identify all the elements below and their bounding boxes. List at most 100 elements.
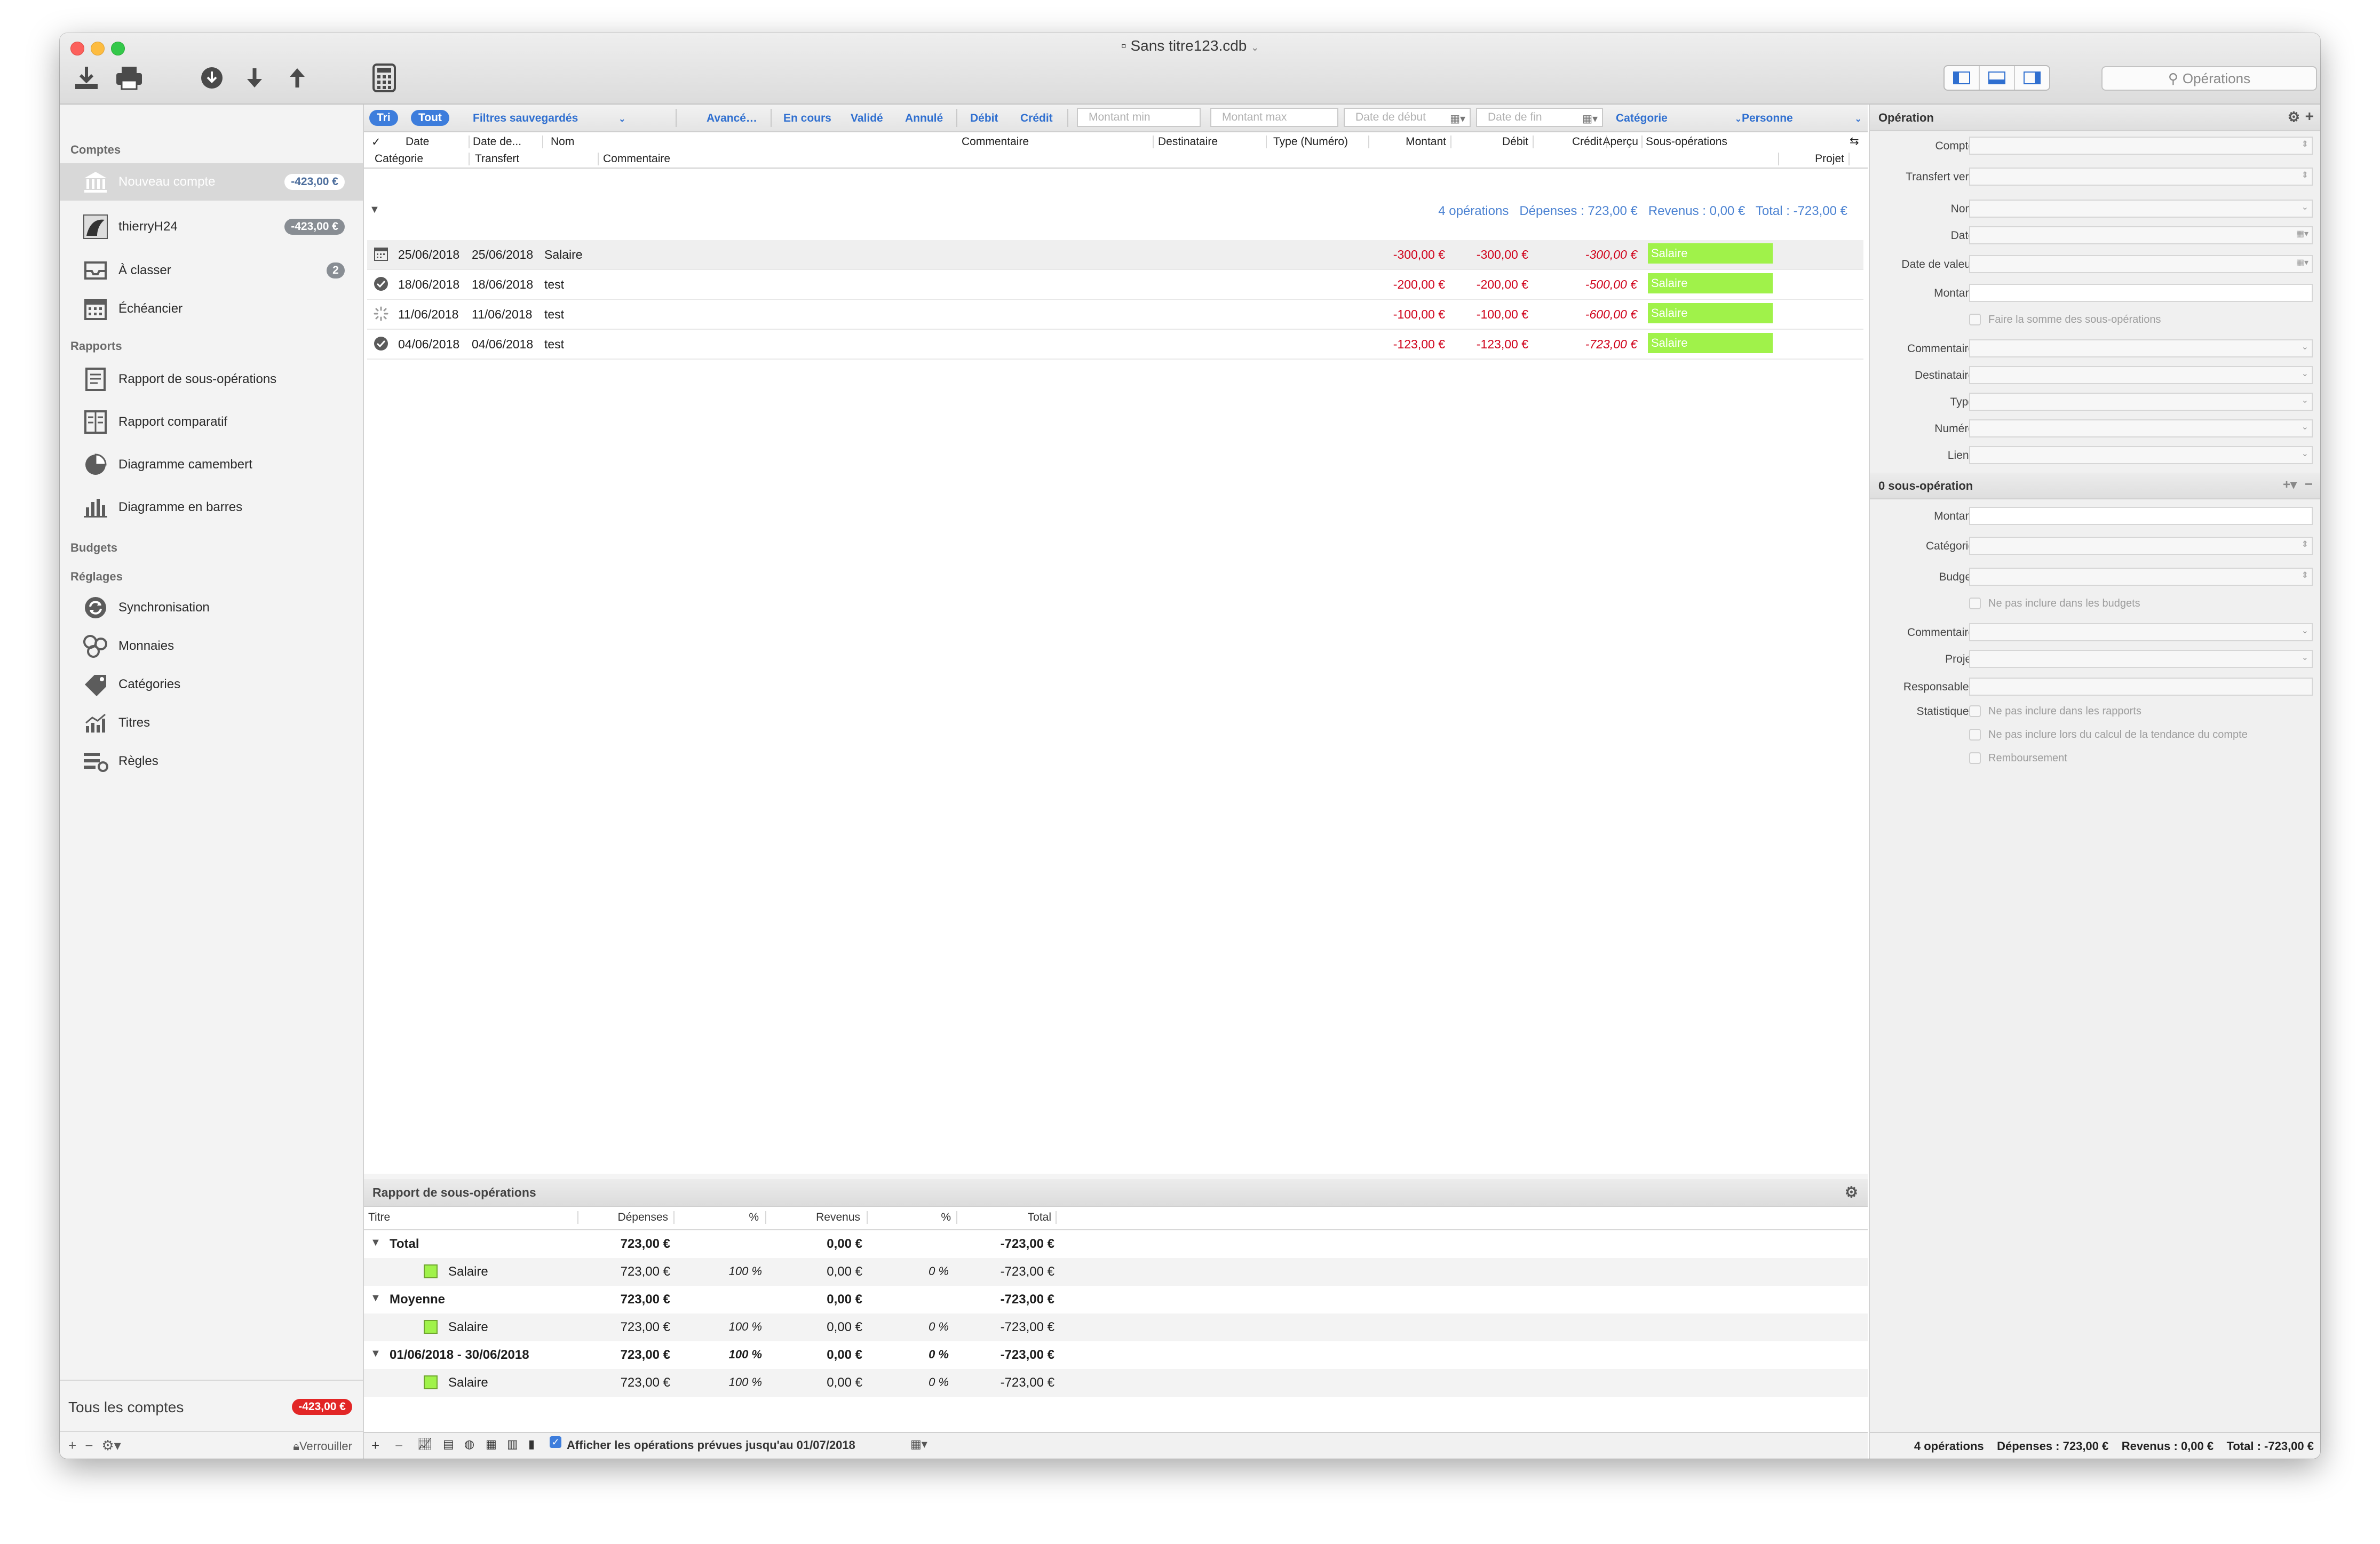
sub-project-combobox[interactable]: ⌄ [1969, 650, 2313, 668]
calendar-icon[interactable]: ▦▾ [2296, 257, 2308, 268]
sidebar-left-icon[interactable] [1945, 66, 1980, 90]
sidebar-item-thierryh24[interactable]: thierryH24 -423,00 € [60, 208, 363, 245]
column-name[interactable]: Nom [551, 136, 574, 148]
sidebar-item-echeancier[interactable]: Échéancier [60, 290, 363, 328]
sub-category-select[interactable]: ⇕ [1969, 537, 2313, 555]
report-col-total[interactable]: Total [972, 1211, 1051, 1224]
add-icon[interactable]: + [371, 1437, 379, 1454]
print-icon[interactable] [113, 62, 145, 94]
report-col-depenses[interactable]: Dépenses [593, 1211, 668, 1224]
advanced-filter-link[interactable]: Avancé… [707, 112, 757, 125]
pending-filter-link[interactable]: En cours [783, 112, 831, 125]
category-filter-dropdown[interactable]: Catégorie ⌄ [1616, 112, 1742, 125]
sidebar-item-monnaies[interactable]: Monnaies [60, 627, 363, 665]
remove-icon[interactable]: − [85, 1437, 93, 1454]
add-icon[interactable]: + [2305, 108, 2314, 125]
lock-button[interactable]: 🔒︎Verrouiller [293, 1439, 352, 1453]
search-field[interactable]: ⚲ Opérations [2101, 66, 2317, 91]
import-icon[interactable] [70, 62, 102, 94]
show-planned-checkbox[interactable]: ✓ [550, 1436, 561, 1448]
column-check[interactable]: ✓ [371, 136, 381, 149]
debit-filter-link[interactable]: Débit [970, 112, 998, 125]
table-icon[interactable]: ▦ [486, 1437, 497, 1451]
column-type[interactable]: Type (Numéro) [1273, 136, 1348, 148]
calendar-icon[interactable]: ▦▾ [1450, 112, 1465, 125]
column-categorie[interactable]: Catégorie [375, 153, 423, 165]
sidebar-item-rapport-sous-operations[interactable]: Rapport de sous-opérations [60, 361, 363, 398]
clipboard-icon[interactable]: ▤ [443, 1437, 454, 1451]
report-row[interactable]: ▼ 01/06/2018 - 30/06/2018 723,00 € 100 %… [364, 1341, 1868, 1369]
payee-combobox[interactable]: ⌄ [1969, 366, 2313, 384]
sidebar-right-icon[interactable] [2015, 66, 2049, 90]
report-row[interactable]: Salaire 723,00 € 100 % 0,00 € 0 % -723,0… [364, 1314, 1868, 1341]
report-row[interactable]: Salaire 723,00 € 100 % 0,00 € 0 % -723,0… [364, 1369, 1868, 1397]
column-date-value[interactable]: Date de... [473, 136, 521, 148]
table-row[interactable]: 11/06/2018 11/06/2018 test -100,00 € -10… [367, 300, 1863, 330]
start-date-input[interactable]: Date de début ▦▾ [1344, 108, 1471, 127]
credit-filter-link[interactable]: Crédit [1020, 112, 1053, 125]
transfer-select[interactable]: ⇕ [1969, 168, 2313, 186]
end-date-input[interactable]: Date de fin ▦▾ [1476, 108, 1603, 127]
table-row[interactable]: 18/06/2018 18/06/2018 test -200,00 € -20… [367, 270, 1863, 300]
view-segmented-control[interactable] [1943, 65, 2050, 91]
value-date-field[interactable]: ▦▾ [1969, 255, 2313, 273]
globe-icon[interactable]: ◍ [464, 1437, 474, 1451]
column-date[interactable]: Date [406, 136, 429, 148]
calendar-icon[interactable]: ▦▾ [1582, 112, 1598, 125]
add-icon[interactable]: + [68, 1437, 76, 1454]
disclosure-triangle-icon[interactable]: ▼ [369, 204, 380, 216]
no-budget-checkbox[interactable] [1969, 598, 1981, 609]
type-combobox[interactable]: ⌄ [1969, 393, 2313, 411]
sidebar-item-titres[interactable]: Titres [60, 704, 363, 742]
report-col-pct1[interactable]: % [684, 1211, 759, 1224]
sidebar-item-nouveau-compte[interactable]: Nouveau compte -423,00 € [60, 163, 363, 201]
panel-bottom-icon[interactable] [1980, 66, 2015, 90]
sidebar-item-categories[interactable]: Catégories [60, 666, 363, 703]
sidebar-item-rapport-comparatif[interactable]: Rapport comparatif [60, 403, 363, 441]
remove-icon[interactable]: − [2305, 476, 2313, 492]
no-reports-checkbox[interactable] [1969, 705, 1981, 717]
disclosure-triangle-icon[interactable]: ▼ [370, 1348, 381, 1360]
arrow-up-icon[interactable] [284, 62, 311, 94]
add-split-icon[interactable]: +▾ [2283, 477, 2297, 492]
cancelled-filter-link[interactable]: Annulé [905, 112, 943, 125]
all-filter-pill[interactable]: Tout [411, 110, 449, 126]
sort-pill[interactable]: Tri [369, 110, 398, 126]
max-amount-input[interactable]: Montant max [1210, 108, 1338, 127]
calendar-icon[interactable]: ▦▾ [2296, 228, 2308, 239]
sidebar-item-diagramme-camembert[interactable]: Diagramme camembert [60, 446, 363, 483]
saved-filters-dropdown[interactable]: Filtres sauvegardés ⌄ [473, 112, 626, 125]
column-comment[interactable]: Commentaire [962, 136, 1029, 148]
name-combobox[interactable]: ⌄ [1969, 200, 2313, 218]
sub-amount-input[interactable] [1969, 507, 2313, 525]
report-row[interactable]: ▼ Moyenne 723,00 € 0,00 € -723,00 € [364, 1286, 1868, 1314]
reimbursement-checkbox[interactable] [1969, 752, 1981, 764]
gear-icon[interactable]: ⚙ [1845, 1183, 1858, 1201]
date-field[interactable]: ▦▾ [1969, 226, 2313, 244]
column-projet[interactable]: Projet [1751, 153, 1844, 165]
account-select[interactable]: ⇕ [1969, 137, 2313, 155]
sub-comment-combobox[interactable]: ⌄ [1969, 623, 2313, 641]
validated-filter-link[interactable]: Validé [851, 112, 883, 125]
column-comment-sub[interactable]: Commentaire [603, 153, 670, 165]
column-sous-operations[interactable]: Sous-opérations [1646, 136, 1727, 148]
min-amount-input[interactable]: Montant min [1077, 108, 1201, 127]
sidebar-item-synchronisation[interactable]: Synchronisation [60, 589, 363, 626]
sub-responsables-field[interactable] [1969, 678, 2313, 696]
report-row[interactable]: Salaire 723,00 € 100 % 0,00 € 0 % -723,0… [364, 1258, 1868, 1286]
gear-icon[interactable]: ⚙ [2288, 109, 2300, 125]
no-trend-checkbox[interactable] [1969, 729, 1981, 741]
report-col-titre[interactable]: Titre [368, 1211, 390, 1224]
report-col-revenus[interactable]: Revenus [780, 1211, 860, 1224]
column-transfert[interactable]: Transfert [475, 153, 519, 165]
number-combobox[interactable]: ⌄ [1969, 419, 2313, 437]
disclosure-triangle-icon[interactable]: ▼ [370, 1292, 381, 1304]
column-destinataire[interactable]: Destinataire [1158, 136, 1218, 148]
columns-icon[interactable]: ▥ [507, 1437, 518, 1451]
sidebar-item-regles[interactable]: Règles [60, 743, 363, 780]
arrow-down-icon[interactable] [241, 62, 268, 94]
table-row[interactable]: 04/06/2018 04/06/2018 test -123,00 € -12… [367, 330, 1863, 360]
section-header-budgets[interactable]: Budgets [70, 541, 117, 555]
sum-sub-checkbox[interactable] [1969, 314, 1981, 325]
comment-combobox[interactable]: ⌄ [1969, 339, 2313, 357]
